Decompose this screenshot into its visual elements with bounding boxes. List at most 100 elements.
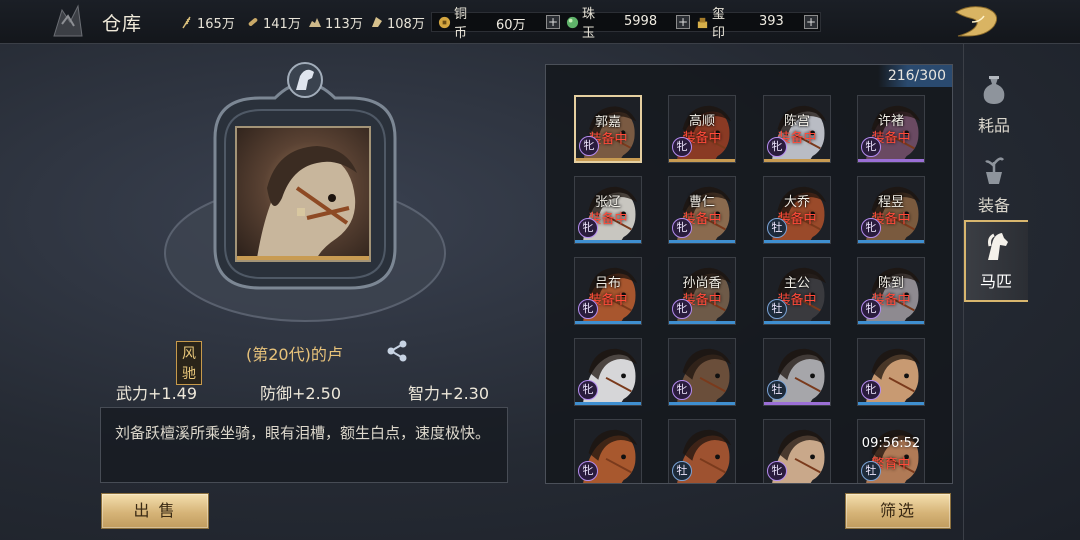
quality-bar <box>575 321 641 324</box>
tab-consumables[interactable]: 耗品 <box>964 66 1024 144</box>
horse-grid-panel: 216/300 郭嘉 装备中牝高顺 装备中牝陈宫 装备中牝许褚 装备中牝张辽 装备中牝曹仁… <box>545 64 953 484</box>
horse-card[interactable]: 郭嘉 装备中牝 <box>574 95 642 163</box>
currency-jade: 珠玉 <box>566 7 595 41</box>
gender-badge: 牝 <box>579 136 599 156</box>
horse-card[interactable]: 吕布 装备中牝 <box>574 257 642 325</box>
quality-bar <box>764 402 830 405</box>
gender-badge: 牡 <box>767 218 787 238</box>
horse-card[interactable]: 曹仁 装备中牝 <box>668 176 736 244</box>
horse-card[interactable]: 牝 <box>574 338 642 406</box>
horse-card[interactable]: 张辽 装备中牝 <box>574 176 642 244</box>
resource-wood: 141万 <box>246 13 301 32</box>
horse-head-icon <box>988 233 1008 260</box>
potion-bag-icon <box>983 76 1005 104</box>
currency-label: 铜币 <box>454 7 468 41</box>
horse-card[interactable]: 许褚 装备中牝 <box>857 95 925 163</box>
tab-horses[interactable]: 马匹 <box>964 220 1028 302</box>
quality-bar <box>575 240 641 243</box>
quality-bar <box>764 240 830 243</box>
horse-card[interactable]: 牝 <box>763 419 831 483</box>
quality-bar <box>669 402 735 405</box>
quality-bar <box>669 321 735 324</box>
add-copper-button[interactable]: + <box>546 15 560 29</box>
horse-portrait <box>235 126 371 262</box>
stat-defense: 防御+2.50 <box>260 384 342 403</box>
horse-card[interactable]: 牡 <box>763 338 831 406</box>
jade-icon <box>566 16 579 28</box>
sell-button[interactable]: 出 售 <box>101 493 209 529</box>
horse-card[interactable]: 牝 <box>857 338 925 406</box>
stats-row: 武力+1.49 防御+2.50 智力+2.30 <box>100 380 508 403</box>
stat-force: 武力+1.49 <box>116 384 198 403</box>
stat-intellect: 智力+2.30 <box>408 384 490 403</box>
breeding-timer: 09:56:52 <box>861 436 921 451</box>
gender-badge: 牝 <box>767 137 787 157</box>
horse-card[interactable]: 陈宫 装备中牝 <box>763 95 831 163</box>
gender-badge: 牝 <box>578 461 598 481</box>
resource-stone: 113万 <box>308 13 363 32</box>
quality-bar <box>858 240 924 243</box>
gender-badge: 牝 <box>578 299 598 319</box>
resource-value: 108万 <box>387 16 425 32</box>
quality-bar <box>576 158 640 161</box>
wood-icon <box>248 18 258 26</box>
horse-card[interactable]: 高顺 装备中牝 <box>668 95 736 163</box>
gender-badge: 牝 <box>578 380 598 400</box>
gender-badge: 牝 <box>767 461 787 481</box>
gender-badge: 牝 <box>861 299 881 319</box>
share-icon[interactable] <box>384 338 410 364</box>
gender-badge: 牡 <box>861 461 881 481</box>
quality-bar <box>858 321 924 324</box>
quality-bar <box>669 159 735 162</box>
gender-badge: 牡 <box>767 299 787 319</box>
currency-label: 珠玉 <box>582 7 596 41</box>
gender-badge: 牡 <box>767 380 787 400</box>
quality-bar <box>575 402 641 405</box>
tab-label: 马匹 <box>979 272 1012 291</box>
grade-badge: 风驰 <box>176 341 202 385</box>
horse-card[interactable]: 牝 <box>668 338 736 406</box>
gender-badge: 牝 <box>861 218 881 238</box>
filter-button[interactable]: 筛选 <box>845 493 951 529</box>
seal-icon <box>697 17 708 28</box>
gender-badge: 牡 <box>672 461 692 481</box>
resource-value: 141万 <box>263 16 301 32</box>
horse-card[interactable]: 牝 <box>574 419 642 483</box>
quality-bar <box>858 402 924 405</box>
resource-value: 165万 <box>197 16 235 32</box>
add-seal-button[interactable]: + <box>804 15 818 29</box>
currency-copper: 铜币 <box>438 7 467 41</box>
gender-badge: 牝 <box>672 218 692 238</box>
currency-value: 393 <box>759 14 784 29</box>
horse-card[interactable]: 大乔 装备中牡 <box>763 176 831 244</box>
dragon-logo-icon[interactable] <box>950 2 1006 42</box>
horse-card[interactable]: 牡 <box>668 419 736 483</box>
portrait-quality-bar <box>237 256 369 260</box>
add-jade-button[interactable]: + <box>676 15 690 29</box>
horse-art <box>257 146 357 258</box>
horse-card[interactable]: 程昱 装备中牝 <box>857 176 925 244</box>
horse-name: (第20代)的卢 <box>246 345 343 364</box>
category-tabs: 耗品 装备 马匹 <box>964 64 1080 540</box>
stone-icon <box>309 18 321 27</box>
gender-badge: 牝 <box>578 218 598 238</box>
gender-badge: 牝 <box>672 299 692 319</box>
quality-bar <box>764 159 830 162</box>
horse-card[interactable]: 09:56:52 繁育中牡 <box>857 419 925 483</box>
tab-label: 装备 <box>977 196 1010 215</box>
horse-card[interactable]: 陈到 装备中牝 <box>857 257 925 325</box>
back-emblem-icon[interactable] <box>48 2 88 42</box>
page-title: 仓库 <box>102 13 143 35</box>
currency-strip: 铜币 60万 + 珠玉 5998 + 玺印 393 + <box>431 7 821 41</box>
tab-equipment[interactable]: 装备 <box>964 146 1024 224</box>
quality-bar <box>764 321 830 324</box>
currency-seal: 玺印 <box>696 7 725 41</box>
horse-card[interactable]: 孙尚香 装备中牝 <box>668 257 736 325</box>
tab-label: 耗品 <box>977 116 1010 135</box>
horse-card[interactable]: 主公 装备中牡 <box>763 257 831 325</box>
resource-wheat: 165万 <box>180 13 235 32</box>
plant-pot-icon <box>985 157 1004 184</box>
quality-bar <box>858 159 924 162</box>
capacity-counter: 216/300 <box>878 65 952 87</box>
currency-label: 玺印 <box>712 7 726 41</box>
